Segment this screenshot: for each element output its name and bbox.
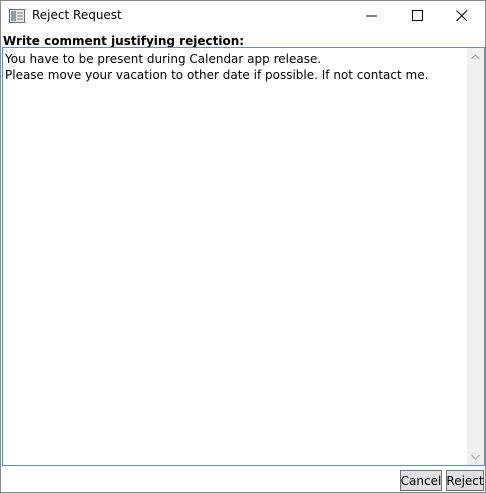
maximize-button[interactable] [395,1,441,31]
title-bar[interactable]: Reject Request [1,1,485,31]
window-title: Reject Request [32,8,122,22]
close-button[interactable] [439,1,485,31]
scroll-up-button[interactable] [467,48,484,65]
maximize-icon [412,10,423,21]
close-icon [456,10,468,22]
dialog-window: Reject Request Write comment justifying … [0,0,486,493]
cancel-button[interactable]: Cancel [400,470,442,491]
chevron-up-icon [471,53,480,59]
minimize-button[interactable] [349,1,395,31]
vertical-scrollbar[interactable] [467,48,484,465]
comment-text[interactable]: You have to be present during Calendar a… [5,51,464,83]
window-app-icon [9,9,25,23]
chevron-down-icon [471,454,480,460]
minimize-icon [366,15,377,17]
comment-textbox[interactable]: You have to be present during Calendar a… [2,47,485,466]
reject-button[interactable]: Reject [446,470,484,491]
comment-prompt-label: Write comment justifying rejection: [3,34,245,48]
scroll-down-button[interactable] [467,448,484,465]
